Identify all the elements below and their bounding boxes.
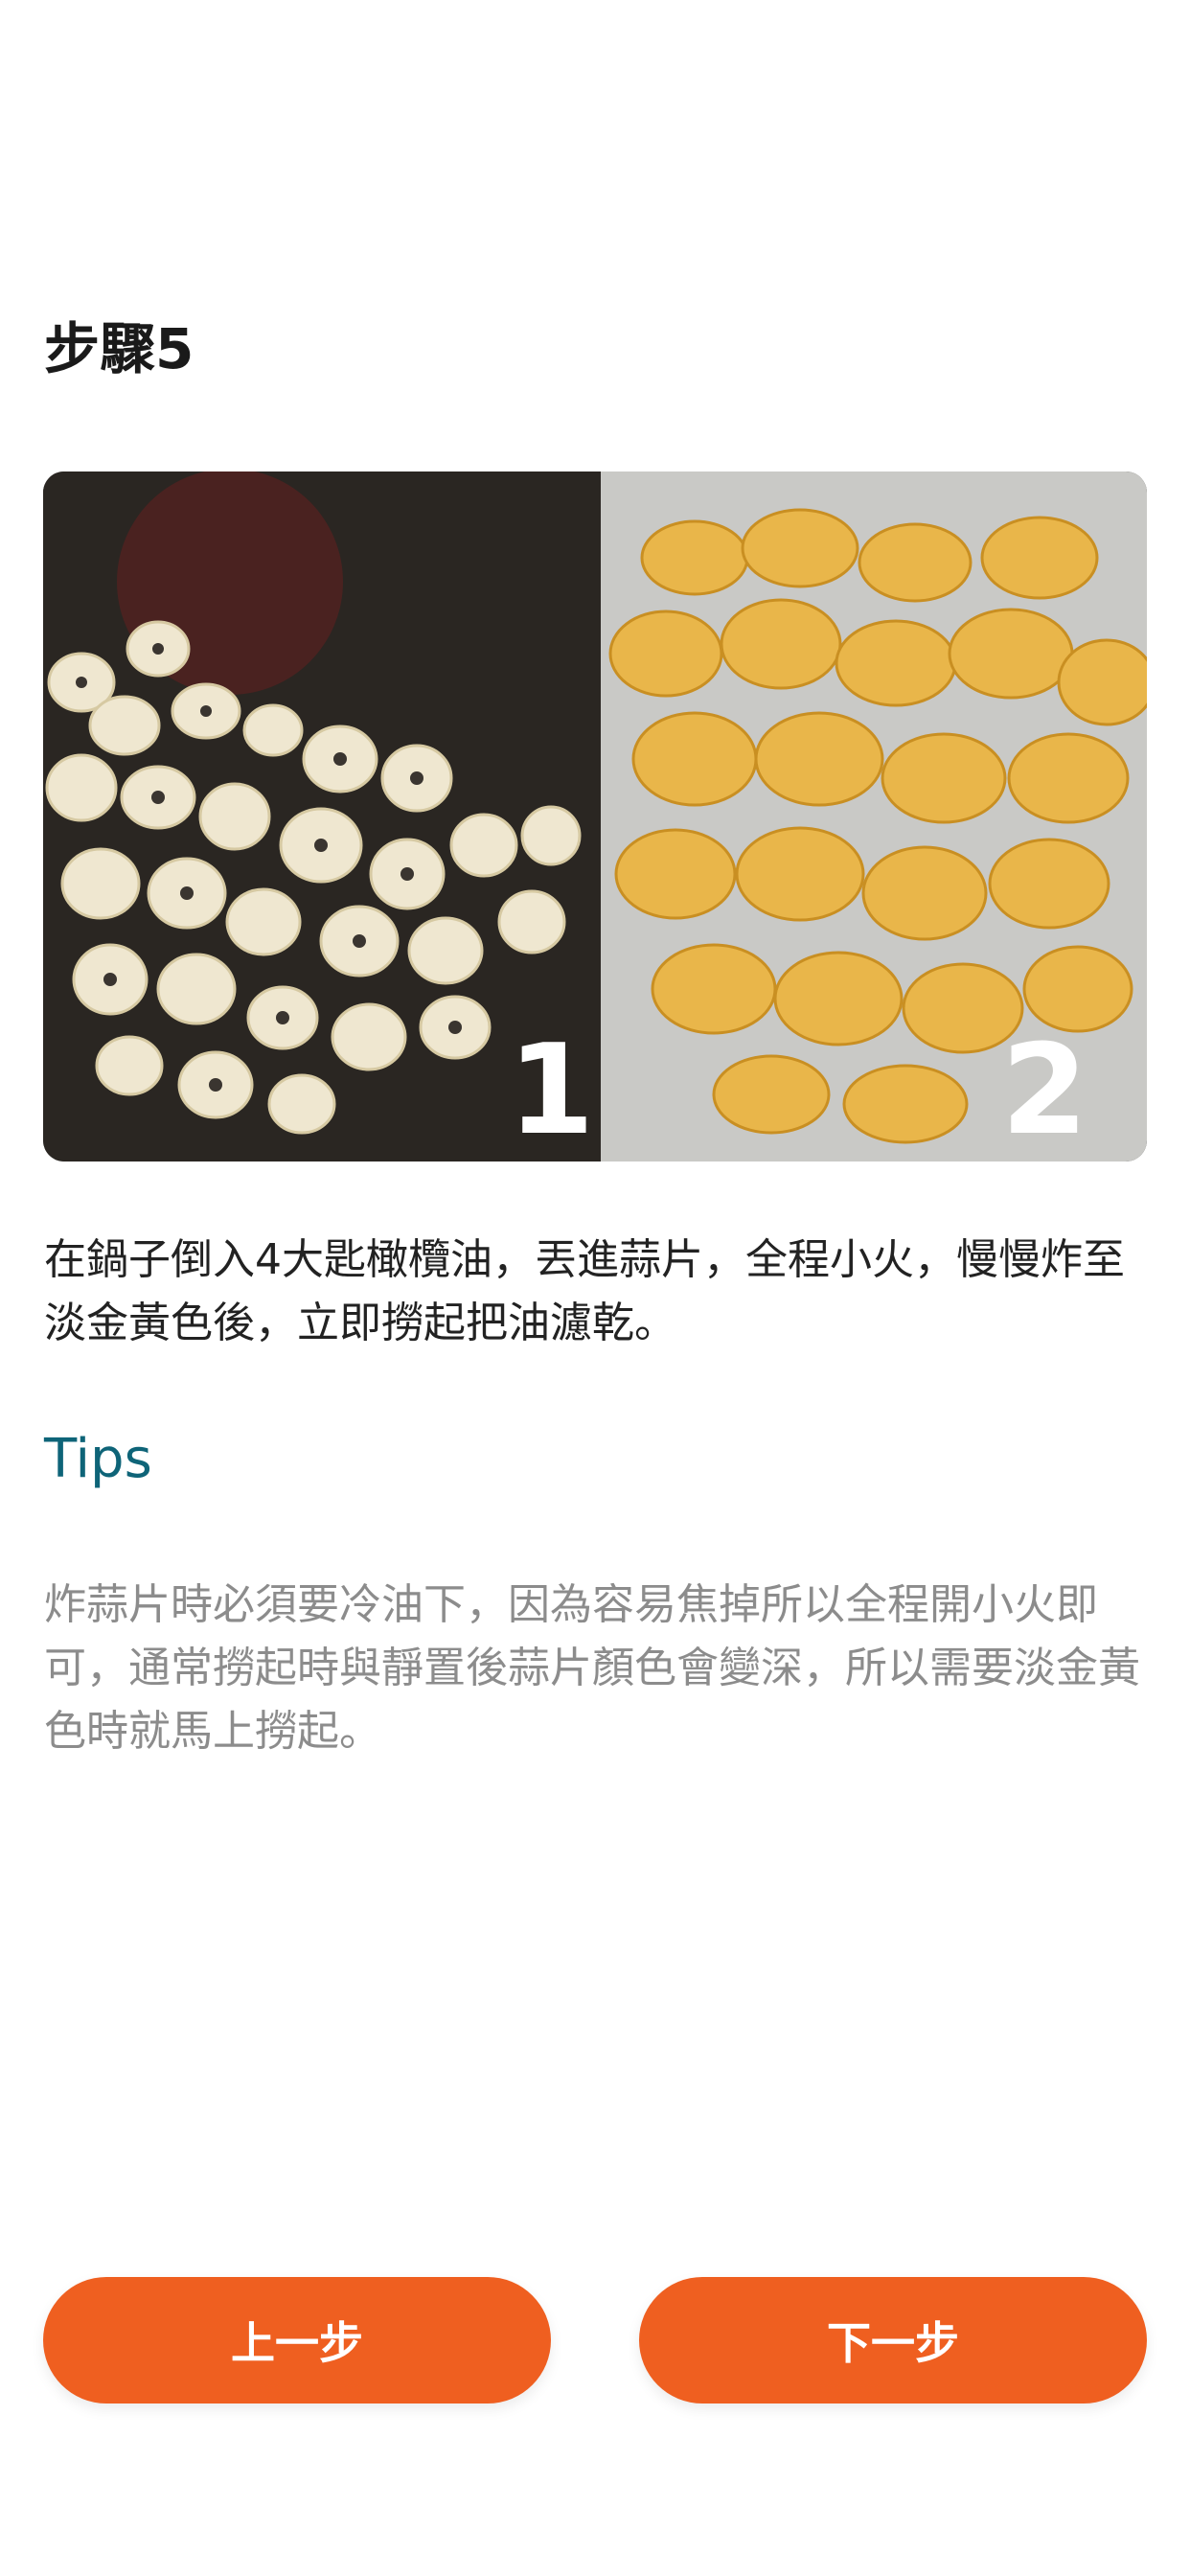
step-photo: 1 2: [43, 472, 1147, 1162]
step-title: 步驟5: [44, 316, 195, 381]
tips-text: 炸蒜片時必須要冷油下，因為容易焦掉所以全程開小火即可，通常撈起時與靜置後蒜片顏色…: [44, 1580, 1140, 1756]
instruction-text: 在鍋子倒入4大匙橄欖油，丟進蒜片，全程小火，慢慢炸至淡金黃色後，立即撈起把油濾乾…: [44, 1235, 1125, 1347]
previous-step-button[interactable]: 上一步: [43, 2277, 551, 2404]
next-step-button[interactable]: 下一步: [639, 2277, 1147, 2404]
photo-panel-2: 2: [601, 472, 1147, 1162]
photo-panel-1-label: 1: [508, 1017, 594, 1162]
photo-panel-1: 1: [43, 472, 601, 1162]
photo-panel-2-label: 2: [1001, 1017, 1087, 1162]
tips-heading: Tips: [44, 1428, 152, 1490]
